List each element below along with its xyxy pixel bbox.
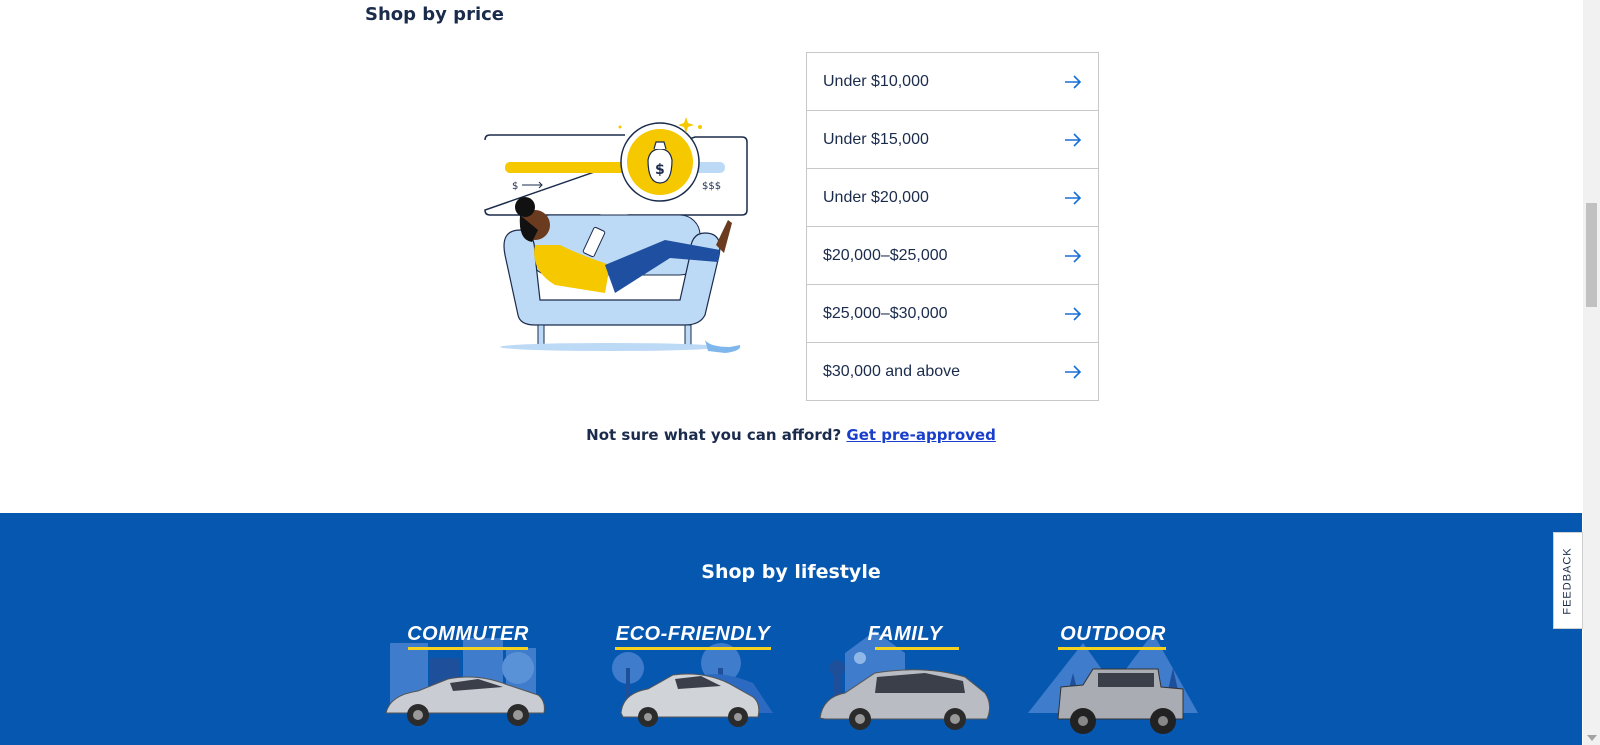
shop-by-price-heading: Shop by price bbox=[365, 4, 504, 25]
price-option-label: Under $15,000 bbox=[823, 130, 929, 148]
lifestyle-tile-eco-friendly[interactable]: ECO-FRIENDLY bbox=[603, 613, 783, 745]
vertical-scrollbar[interactable] bbox=[1583, 0, 1600, 745]
tile-underline bbox=[1058, 647, 1166, 650]
shop-by-lifestyle-heading: Shop by lifestyle bbox=[701, 561, 881, 583]
price-option-label: $25,000–$30,000 bbox=[823, 304, 948, 322]
arrow-right-icon bbox=[1065, 132, 1082, 147]
price-option-under-20000[interactable]: Under $20,000 bbox=[807, 169, 1098, 227]
price-option-30000-and-above[interactable]: $30,000 and above bbox=[807, 343, 1098, 401]
price-illustration: $ $$$ $ bbox=[480, 115, 760, 365]
price-option-label: $30,000 and above bbox=[823, 362, 961, 380]
price-option-25000-30000[interactable]: $25,000–$30,000 bbox=[807, 285, 1098, 343]
afford-text: Not sure what you can afford? bbox=[586, 426, 842, 444]
page: Shop by price $ $$$ $ Under $10,000 Unde… bbox=[0, 0, 1600, 745]
arrow-right-icon bbox=[1065, 74, 1082, 89]
price-option-20000-25000[interactable]: $20,000–$25,000 bbox=[807, 227, 1098, 285]
get-pre-approved-link[interactable]: Get pre-approved bbox=[846, 426, 995, 444]
scroll-down-arrow-icon[interactable] bbox=[1587, 735, 1597, 741]
tile-label: ECO-FRIENDLY bbox=[615, 623, 771, 645]
tile-label: OUTDOOR bbox=[1060, 623, 1166, 645]
price-range-list: Under $10,000 Under $15,000 Under $20,00… bbox=[806, 52, 1099, 401]
tile-underline bbox=[875, 647, 959, 650]
lifestyle-tile-outdoor[interactable]: OUTDOOR bbox=[1023, 613, 1203, 745]
scrollbar-thumb[interactable] bbox=[1586, 203, 1597, 307]
tile-underline bbox=[615, 647, 771, 650]
price-option-label: Under $20,000 bbox=[823, 188, 929, 206]
price-option-label: Under $10,000 bbox=[823, 72, 929, 90]
feedback-tab[interactable]: FEEDBACK bbox=[1553, 532, 1583, 629]
price-option-under-15000[interactable]: Under $15,000 bbox=[807, 111, 1098, 169]
afford-prompt: Not sure what you can afford? Get pre-ap… bbox=[0, 426, 1582, 444]
woman-on-couch-illustration: $ $$$ $ bbox=[484, 117, 748, 353]
high-price-label: $$$ bbox=[702, 181, 721, 192]
arrow-right-icon bbox=[1065, 248, 1082, 263]
tile-underline bbox=[408, 647, 528, 650]
arrow-right-icon bbox=[1065, 364, 1082, 379]
lifestyle-tile-commuter[interactable]: COMMUTER bbox=[378, 613, 558, 745]
lifestyle-tile-family[interactable]: FAMILY bbox=[815, 613, 995, 745]
price-option-under-10000[interactable]: Under $10,000 bbox=[807, 53, 1098, 111]
shop-by-lifestyle-section: Shop by lifestyle COMMUTER ECO-FRIENDLY … bbox=[0, 513, 1582, 745]
coin-dollar-symbol: $ bbox=[655, 162, 665, 178]
low-price-label: $ bbox=[512, 181, 518, 192]
tile-label: COMMUTER bbox=[407, 623, 529, 645]
feedback-label: FEEDBACK bbox=[1562, 546, 1575, 615]
arrow-right-icon bbox=[1065, 190, 1082, 205]
tile-label: FAMILY bbox=[867, 623, 943, 645]
arrow-right-icon bbox=[1065, 306, 1082, 321]
price-option-label: $20,000–$25,000 bbox=[823, 246, 948, 264]
